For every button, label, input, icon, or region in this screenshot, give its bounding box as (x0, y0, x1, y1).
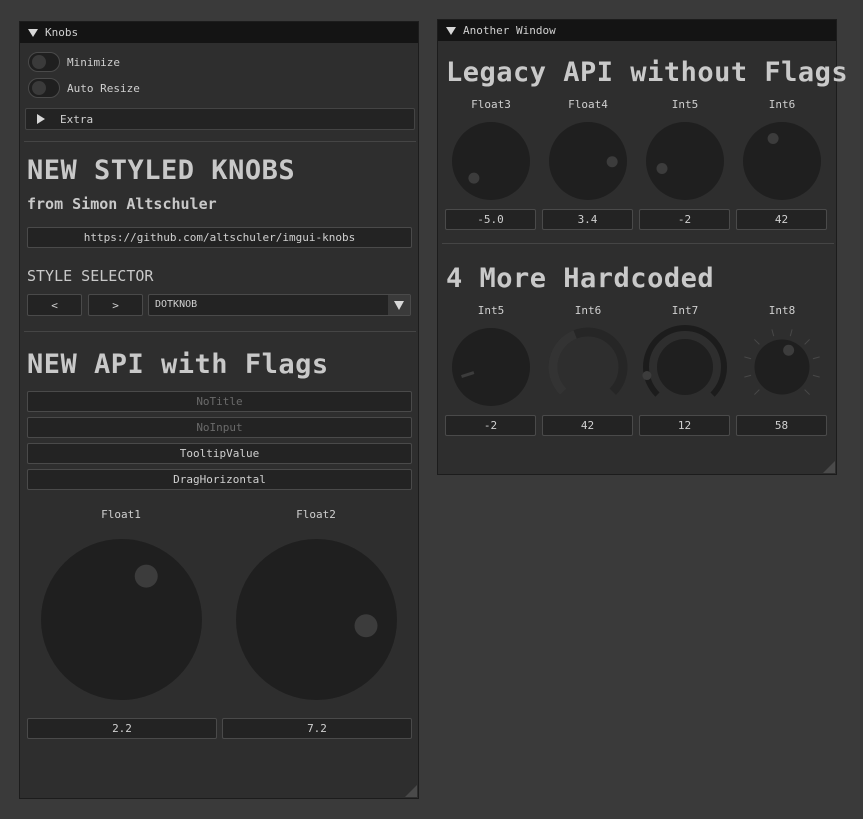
another-window-titlebar[interactable]: Another Window (438, 20, 836, 41)
knob-value-arc (548, 330, 577, 395)
int5-tick-knob[interactable] (451, 327, 531, 407)
knob-title: Int6 (768, 98, 796, 111)
int8-hardcoded-value-input[interactable]: 58 (736, 415, 827, 436)
knobs-window: Knobs Minimize Auto Resize Extra NEW STY… (19, 21, 419, 799)
knobs-window-titlebar[interactable]: Knobs (20, 22, 418, 43)
int8-stepped-knob[interactable] (742, 327, 822, 407)
knob-title: Int5 (671, 98, 699, 111)
knob-step-tick (771, 329, 775, 337)
knobs-window-title: Knobs (45, 26, 79, 39)
another-window-title: Another Window (463, 24, 556, 37)
dropdown-arrow-icon[interactable] (388, 295, 410, 315)
float3-value-input[interactable]: -5.0 (445, 209, 536, 230)
style-selector-label: STYLE SELECTOR (27, 267, 154, 285)
knob-body (754, 339, 810, 395)
knob-body (646, 122, 724, 200)
resize-grip-icon[interactable] (405, 785, 417, 797)
knob-title: Int6 (574, 304, 602, 317)
author-subheading: from Simon Altschuler (27, 195, 217, 213)
flag-notitle-button[interactable]: NoTitle (27, 391, 412, 412)
knob-body (452, 122, 530, 200)
extra-collapsing-header[interactable]: Extra (25, 108, 415, 130)
flag-noinput-button[interactable]: NoInput (27, 417, 412, 438)
another-window: Another Window Legacy API without Flags … (437, 19, 848, 475)
auto-resize-toggle[interactable] (28, 78, 60, 98)
int6-hardcoded-value-input[interactable]: 42 (542, 415, 633, 436)
knob-step-tick (744, 356, 752, 360)
knob-indicator-dot (642, 371, 652, 381)
knob-title: Float1 (101, 508, 141, 521)
flag-tooltipvalue-button[interactable]: TooltipValue (27, 443, 412, 464)
knob-body (657, 339, 713, 395)
knob-indicator-dot (783, 344, 795, 356)
github-url-button[interactable]: https://github.com/altschuler/imgui-knob… (27, 227, 412, 248)
resize-grip-icon[interactable] (823, 461, 835, 473)
flag-draghorizontal-button[interactable]: DragHorizontal (27, 469, 412, 490)
knob-step-tick (754, 339, 760, 345)
int6-arc-knob[interactable] (548, 327, 628, 407)
minimize-toggle[interactable] (28, 52, 60, 72)
knob-step-tick (804, 339, 810, 345)
knob-title: Float4 (568, 98, 608, 111)
knob-indicator-dot (134, 564, 158, 588)
collapse-icon[interactable] (446, 26, 456, 35)
api-flags-heading: NEW API with Flags (27, 349, 329, 380)
int6-value-input[interactable]: 42 (736, 209, 827, 230)
minimize-label: Minimize (67, 56, 120, 69)
knob-step-tick (804, 389, 810, 395)
int5-value-input[interactable]: -2 (639, 209, 730, 230)
knob-title: Int8 (768, 304, 796, 317)
hardcoded-heading: 4 More Hardcoded (446, 263, 715, 294)
auto-resize-label: Auto Resize (67, 82, 140, 95)
knob-title: Float2 (296, 508, 336, 521)
knob-step-tick (744, 374, 752, 378)
knob-step-tick (754, 389, 760, 395)
knob-indicator-dot (354, 614, 378, 638)
collapse-icon[interactable] (28, 28, 38, 37)
knob-title: Float3 (471, 98, 511, 111)
knob-body (743, 122, 821, 200)
float1-value-input[interactable]: 2.2 (27, 718, 217, 739)
style-next-button[interactable]: > (88, 294, 143, 316)
float2-knob[interactable] (236, 539, 397, 700)
int6-knob[interactable] (742, 121, 822, 201)
style-combo-value: DOTKNOB (155, 299, 198, 310)
knob-step-tick (812, 356, 820, 360)
knob-body (41, 539, 202, 700)
int7-wiper-knob[interactable] (642, 325, 727, 407)
float3-knob[interactable] (451, 121, 531, 201)
style-prev-button[interactable]: < (27, 294, 82, 316)
knob-body (452, 328, 530, 406)
knob-indicator-dot (468, 172, 480, 184)
toggle-knob-icon (32, 55, 46, 69)
knob-indicator-dot (767, 133, 779, 145)
separator (24, 331, 416, 332)
int5-knob[interactable] (645, 121, 725, 201)
float1-knob[interactable] (41, 539, 202, 700)
knob-step-tick (812, 374, 820, 378)
knob-title: Int7 (671, 304, 699, 317)
extra-label: Extra (60, 112, 94, 126)
knob-indicator-dot (656, 162, 668, 174)
separator (24, 141, 416, 142)
int5-hardcoded-value-input[interactable]: -2 (445, 415, 536, 436)
float4-knob[interactable] (548, 121, 628, 201)
knob-indicator-dot (606, 156, 618, 168)
separator (442, 243, 834, 244)
knob-step-tick (789, 329, 793, 337)
style-combo[interactable]: DOTKNOB (148, 294, 411, 316)
int7-hardcoded-value-input[interactable]: 12 (639, 415, 730, 436)
knob-title: Int5 (477, 304, 505, 317)
legacy-api-heading: Legacy API without Flags (446, 57, 849, 88)
float2-value-input[interactable]: 7.2 (222, 718, 412, 739)
float4-value-input[interactable]: 3.4 (542, 209, 633, 230)
expand-icon (37, 114, 45, 124)
toggle-knob-icon (32, 81, 46, 95)
styled-knobs-heading: NEW STYLED KNOBS (27, 155, 296, 186)
